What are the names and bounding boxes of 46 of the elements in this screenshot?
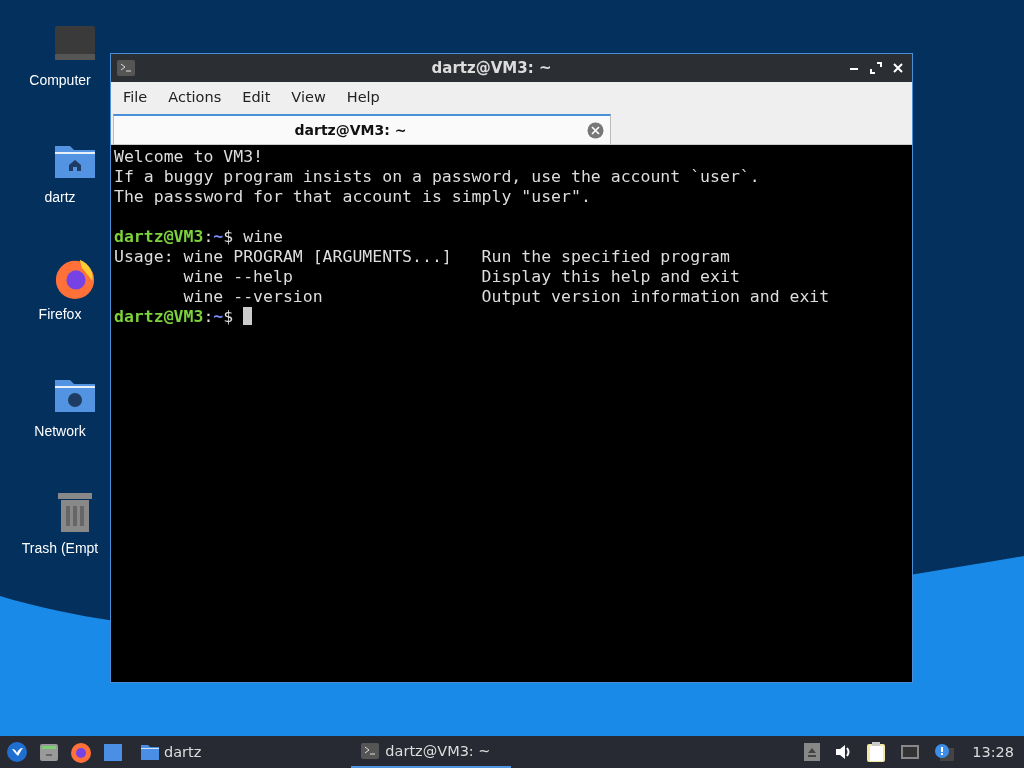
network-wired-icon[interactable] bbox=[900, 743, 921, 761]
menu-item[interactable]: Edit bbox=[234, 89, 279, 105]
clipboard-icon[interactable] bbox=[866, 741, 887, 763]
terminal-output-line: wine --version Output version information and exit bbox=[182, 287, 831, 307]
browser-icon[interactable] bbox=[70, 741, 92, 763]
text-cursor bbox=[243, 307, 253, 325]
eject-icon[interactable] bbox=[804, 743, 821, 761]
notification-icon[interactable] bbox=[934, 743, 955, 761]
prompt-separator: : bbox=[203, 227, 214, 246]
folder-icon bbox=[140, 743, 160, 761]
prompt-separator: : bbox=[203, 307, 214, 326]
terminal-icon bbox=[361, 743, 380, 759]
menu-item[interactable]: View bbox=[283, 89, 334, 105]
maximize-icon[interactable] bbox=[870, 62, 882, 74]
prompt-user-host: dartz@VM3 bbox=[114, 227, 204, 246]
prompt-symbol: $ bbox=[223, 307, 234, 326]
terminal-output-line: The passsword for that account is simply "user". bbox=[114, 187, 592, 207]
prompt-symbol: $ bbox=[223, 227, 234, 246]
terminal-output-line: If a buggy program insists on a password, use the account `user`. bbox=[114, 167, 761, 187]
desktop-icon-label[interactable]: Computer bbox=[29, 72, 91, 88]
terminal-icon bbox=[117, 60, 135, 76]
menu-item[interactable]: File bbox=[115, 89, 156, 105]
folder-taskbar-button[interactable]: dartz bbox=[134, 736, 208, 768]
menu-item[interactable]: Actions bbox=[160, 89, 230, 105]
window-title: dartz@VM3: ~ bbox=[430, 59, 553, 77]
desktop-icon-label[interactable]: dartz bbox=[44, 189, 76, 205]
close-icon[interactable] bbox=[892, 62, 904, 74]
clock[interactable]: 13:28 bbox=[972, 744, 1014, 760]
terminal-output-line: Usage: wine PROGRAM [ARGUMENTS...] Run the specified program bbox=[114, 247, 731, 267]
terminal-output-line: Welcome to VM3! bbox=[114, 147, 264, 167]
desktop-icon-label[interactable]: Firefox bbox=[38, 306, 82, 322]
close-tab-icon[interactable] bbox=[587, 121, 604, 139]
desktop-icon-label[interactable]: Trash (Empt bbox=[21, 540, 99, 556]
show-desktop-icon[interactable] bbox=[102, 741, 124, 763]
menu-item[interactable]: Help bbox=[338, 89, 388, 105]
window-taskbar-button[interactable]: dartz@VM3: ~ bbox=[351, 736, 512, 768]
terminal-tab[interactable]: dartz@VM3: ~ bbox=[113, 114, 611, 144]
trash-icon[interactable] bbox=[56, 490, 94, 534]
prompt-path: ~ bbox=[213, 227, 224, 246]
terminal-output-line: wine --help Display this help and exit bbox=[182, 267, 741, 287]
prompt-user-host: dartz@VM3 bbox=[114, 307, 204, 326]
prompt-path: ~ bbox=[213, 307, 224, 326]
app-menu-icon[interactable] bbox=[6, 741, 28, 763]
file-cabinet-icon[interactable] bbox=[38, 741, 60, 763]
desktop-icon-label[interactable]: Network bbox=[34, 423, 86, 439]
command-text: wine bbox=[243, 227, 283, 246]
